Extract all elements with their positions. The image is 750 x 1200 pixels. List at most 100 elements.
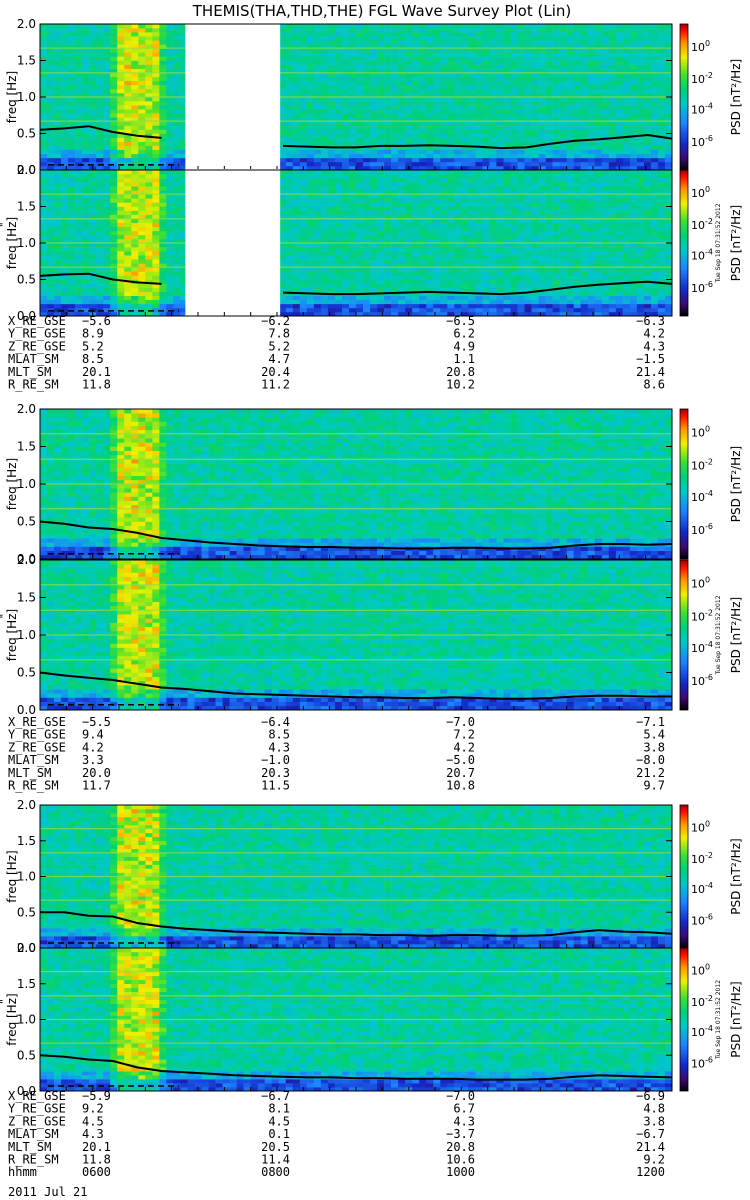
y-tick-label: 1.0 [17, 477, 36, 491]
y-tick-label: 2.0 [17, 17, 36, 31]
colorbar-tick-label: 100 [691, 185, 710, 200]
ephemeris-table-thd: X_RE_GSE −5.5 −6.4 −7.0 −7.1Y_RE_GSE 9.4 8.5 7.… [8, 715, 665, 793]
panel-ylabel: THD B∥ [0, 613, 3, 658]
colorbar-tick-label: 10-6 [691, 1055, 713, 1070]
colorbar [679, 408, 689, 560]
ephemeris-value: 1000 [446, 1165, 475, 1179]
ephemeris-value: 0800 [261, 1165, 290, 1179]
panel-yunit: freq [Hz] [5, 993, 19, 1045]
panel-yunit: freq [Hz] [5, 609, 19, 661]
ephemeris-table-the: X_RE_GSE −5.9 −6.7 −7.0 −6.9Y_RE_GSE 9.2 8.1 6.… [8, 1089, 665, 1179]
colorbar-tick-label: 10-4 [691, 640, 713, 655]
y-tick-label: 0.5 [17, 905, 36, 919]
colorbar-tick-label: 10-2 [691, 71, 713, 86]
y-tick-label: 0.5 [17, 273, 36, 287]
colorbar [679, 23, 689, 171]
colorbar-tick-label: 10-6 [691, 134, 713, 149]
ephemeris-label: R_RE_SM [8, 779, 59, 793]
colorbar-label: PSD [nT²/Hz] [729, 446, 743, 522]
ephemeris-value: 11.8 [82, 378, 111, 392]
ephemeris-value: 11.7 [82, 779, 111, 793]
panel-yunit: freq [Hz] [5, 217, 19, 269]
spectrogram-panel-tha-bpar: 0.00.51.01.52.0THA B∥ freq [Hz]10010-210-… [0, 163, 743, 323]
y-tick-label: 1.0 [17, 1013, 36, 1027]
colorbar [679, 804, 689, 949]
colorbar-tick-label: 10-2 [691, 458, 713, 473]
y-tick-label: 1.5 [17, 200, 36, 214]
y-tick-label: 1.0 [17, 628, 36, 642]
spectrogram-panel-the-bpar: 0.00.51.01.52.0THE B∥ freq [Hz]10010-210-… [0, 941, 743, 1098]
colorbar-tick-label: 10-6 [691, 912, 713, 927]
panel-ylabel: THA B⊥ [0, 73, 3, 121]
timestamp-stamp: Tue Sep 18 07:31:52 2012 [715, 203, 722, 283]
y-tick-label: 0.5 [17, 1048, 36, 1062]
ephemeris-value: 10.8 [446, 779, 475, 793]
spectrogram-panel-thd-bpar: 0.00.51.01.52.0THD B∥ freq [Hz]10010-210-… [0, 553, 743, 717]
data-gap [185, 169, 281, 317]
spectrogram-panel-the-bperp: 0.00.51.01.52.0THE B⊥ freq [Hz]10010-210-… [0, 798, 743, 955]
panel-ylabel: THE B⊥ [0, 853, 3, 900]
spectrogram-panel-tha-bperp: 0.00.51.01.52.0THA B⊥ freq [Hz]10010-210-… [0, 17, 743, 177]
y-tick-label: 2.0 [17, 941, 36, 955]
colorbar-tick-label: 10-4 [691, 102, 713, 117]
colorbar-tick-label: 10-6 [691, 673, 713, 688]
ephemeris-label: hhmm [8, 1165, 37, 1179]
ephemeris-value: 1200 [636, 1165, 665, 1179]
colorbar-label: PSD [nT²/Hz] [729, 59, 743, 135]
colorbar-tick-label: 100 [691, 425, 710, 440]
ephemeris-table-tha: X_RE_GSE −5.6 −6.2 −6.5 −6.3Y_RE_GSE 8.9 7.8 6.… [8, 314, 665, 392]
y-tick-label: 2.0 [17, 402, 36, 416]
colorbar-tick-label: 10-4 [691, 248, 713, 263]
panel-ylabel: THD B⊥ [0, 460, 3, 509]
panel-yunit: freq [Hz] [5, 850, 19, 902]
y-tick-label: 1.5 [17, 591, 36, 605]
ephemeris-value: 8.6 [643, 378, 665, 392]
colorbar-label: PSD [nT²/Hz] [729, 981, 743, 1057]
y-tick-label: 2.0 [17, 798, 36, 812]
y-tick-label: 1.5 [17, 834, 36, 848]
ephemeris-label: R_RE_SM [8, 378, 59, 392]
colorbar-tick-label: 10-4 [691, 489, 713, 504]
timestamp-stamp: Tue Sep 18 07:31:52 2012 [715, 980, 722, 1060]
y-tick-label: 2.0 [17, 163, 36, 177]
colorbar-tick-label: 10-2 [691, 994, 713, 1009]
panel-ylabel: THA B∥ [0, 222, 3, 266]
colorbar-tick-label: 10-4 [691, 881, 713, 896]
colorbar-tick-label: 10-2 [691, 851, 713, 866]
y-tick-label: 1.5 [17, 54, 36, 68]
y-tick-label: 1.0 [17, 870, 36, 884]
ephemeris-value: 0600 [82, 1165, 111, 1179]
colorbar-tick-label: 10-6 [691, 280, 713, 295]
y-tick-label: 1.5 [17, 440, 36, 454]
colorbar [679, 559, 689, 711]
figure-title: THEMIS(THA,THD,THE) FGL Wave Survey Plot… [192, 2, 571, 20]
colorbar-tick-label: 100 [691, 39, 710, 54]
colorbar-tick-label: 100 [691, 576, 710, 591]
y-tick-label: 1.0 [17, 90, 36, 104]
colorbar-tick-label: 10-2 [691, 217, 713, 232]
colorbar-tick-label: 10-2 [691, 609, 713, 624]
panel-ylabel: THE B∥ [0, 999, 3, 1042]
colorbar-tick-label: 10-6 [691, 522, 713, 537]
ephemeris-value: 10.2 [446, 378, 475, 392]
colorbar [679, 947, 689, 1092]
colorbar-label: PSD [nT²/Hz] [729, 205, 743, 281]
colorbar-tick-label: 10-4 [691, 1024, 713, 1039]
y-tick-label: 1.5 [17, 977, 36, 991]
panel-yunit: freq [Hz] [5, 458, 19, 510]
timestamp-stamp: Tue Sep 18 07:31:52 2012 [715, 595, 722, 675]
colorbar-tick-label: 100 [691, 819, 710, 834]
spectrogram-panel-thd-bperp: 0.00.51.01.52.0THD B⊥ freq [Hz]10010-210-… [0, 402, 743, 566]
data-gap [185, 23, 281, 171]
y-tick-label: 0.5 [17, 127, 36, 141]
wave-survey-figure: THEMIS(THA,THD,THE) FGL Wave Survey Plot… [0, 2, 743, 1199]
ephemeris-value: 11.5 [261, 779, 290, 793]
y-tick-label: 0.5 [17, 515, 36, 529]
colorbar-label: PSD [nT²/Hz] [729, 597, 743, 673]
date-label: 2011 Jul 21 [8, 1185, 87, 1199]
y-tick-label: 0.5 [17, 666, 36, 680]
colorbar-tick-label: 100 [691, 962, 710, 977]
ephemeris-value: 9.7 [643, 779, 665, 793]
colorbar-label: PSD [nT²/Hz] [729, 838, 743, 914]
ephemeris-value: 11.2 [261, 378, 290, 392]
